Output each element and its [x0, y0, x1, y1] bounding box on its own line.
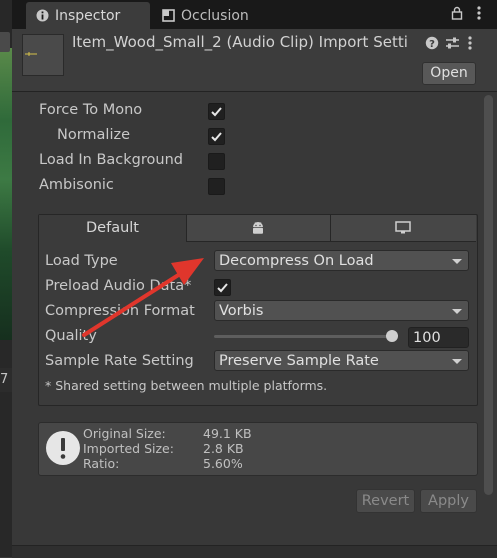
scene-toolbar-chip[interactable] [0, 32, 10, 52]
tab-inspector[interactable]: Inspector [26, 2, 150, 29]
checkmark-icon [211, 107, 222, 117]
load-type-value: Decompress On Load [219, 253, 374, 269]
preload-audio-data-label: Preload Audio Data* [45, 278, 192, 294]
info-icon [36, 9, 49, 22]
load-type-dropdown[interactable]: Decompress On Load [214, 250, 469, 271]
scene-preview [0, 48, 12, 340]
audio-clip-thumbnail [22, 34, 64, 76]
quality-slider-handle[interactable] [386, 330, 398, 342]
ambisonic-label: Ambisonic [39, 177, 114, 193]
quality-input[interactable]: 100 [408, 327, 469, 348]
chevron-down-icon [452, 359, 462, 364]
page-title: Item_Wood_Small_2 (Audio Clip) Import Se… [72, 33, 408, 51]
lock-icon[interactable] [450, 6, 464, 20]
ratio-value: 5.60% [203, 456, 243, 471]
bottom-bar [12, 545, 497, 558]
quality-label: Quality [45, 328, 97, 344]
compression-format-label: Compression Format [45, 303, 195, 319]
platform-tab-desktop[interactable] [331, 215, 476, 242]
monitor-icon [395, 221, 411, 234]
checkmark-icon [211, 132, 222, 142]
tab-occlusion[interactable]: Occlusion [152, 2, 282, 29]
checkmark-icon [217, 283, 228, 293]
ambisonic-checkbox[interactable] [208, 178, 225, 195]
scrollbar[interactable] [484, 95, 493, 495]
load-type-label: Load Type [45, 253, 118, 269]
imported-size-value: 2.8 KB [203, 441, 244, 456]
chevron-down-icon [452, 309, 462, 314]
platform-tab-android[interactable] [187, 215, 331, 242]
force-to-mono-checkbox[interactable] [208, 103, 225, 120]
tab-bar: Inspector Occlusion [12, 0, 497, 29]
sample-rate-setting-value: Preserve Sample Rate [219, 353, 379, 369]
sample-rate-setting-label: Sample Rate Setting [45, 353, 194, 369]
platform-tab-default[interactable]: Default [39, 215, 187, 242]
preload-audio-data-checkbox[interactable] [214, 279, 231, 296]
sample-rate-setting-dropdown[interactable]: Preserve Sample Rate [214, 350, 469, 371]
warning-info-icon [46, 431, 80, 465]
tab-occlusion-label: Occlusion [181, 7, 249, 24]
scene-number: 7 [0, 368, 12, 392]
preset-icon[interactable] [445, 36, 460, 50]
tab-menu-icon[interactable] [476, 5, 482, 21]
chevron-down-icon [452, 259, 462, 264]
waveform-icon [25, 52, 37, 56]
open-button[interactable]: Open [422, 62, 476, 85]
android-icon [253, 222, 263, 234]
revert-button[interactable]: Revert [356, 489, 415, 513]
force-to-mono-label: Force To Mono [39, 102, 143, 118]
ratio-label: Ratio: [83, 456, 120, 471]
load-in-background-label: Load In Background [39, 152, 183, 168]
original-size-value: 49.1 KB [203, 426, 252, 441]
svg-text:?: ? [429, 39, 435, 50]
load-in-background-checkbox[interactable] [208, 153, 225, 170]
original-size-label: Original Size: [83, 426, 166, 441]
tab-inspector-label: Inspector [55, 7, 121, 24]
compression-format-dropdown[interactable]: Vorbis [214, 300, 469, 321]
help-icon[interactable]: ? [425, 36, 439, 50]
occlusion-icon [162, 9, 175, 22]
quality-slider[interactable] [214, 335, 398, 338]
shared-setting-note: * Shared setting between multiple platfo… [45, 378, 328, 393]
component-menu-icon[interactable] [467, 35, 473, 51]
imported-size-label: Imported Size: [83, 441, 174, 456]
normalize-label: Normalize [57, 127, 131, 143]
normalize-checkbox[interactable] [208, 128, 225, 145]
compression-format-value: Vorbis [219, 303, 264, 319]
apply-button[interactable]: Apply [420, 489, 477, 513]
